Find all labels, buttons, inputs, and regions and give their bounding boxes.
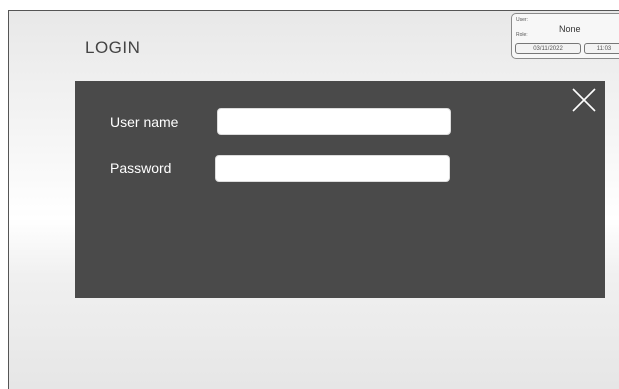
close-button[interactable] [571,87,597,113]
username-input[interactable] [217,108,451,135]
current-user-value: None [559,24,581,34]
password-input[interactable] [215,155,450,182]
date-display: 03/11/2022 [515,43,581,54]
hmi-screen: LOGIN User: Role: None 03/11/2022 11:03 … [8,10,619,389]
close-icon [572,88,596,112]
role-label: Role: [516,32,528,38]
user-label: User: [516,17,528,23]
login-dialog: User name Password [75,81,605,298]
user-info-panel: User: Role: None 03/11/2022 11:03 [511,13,619,59]
password-label: Password [110,160,172,176]
username-label: User name [110,114,179,130]
time-display: 11:03 [584,43,619,54]
page-title: LOGIN [85,38,141,57]
